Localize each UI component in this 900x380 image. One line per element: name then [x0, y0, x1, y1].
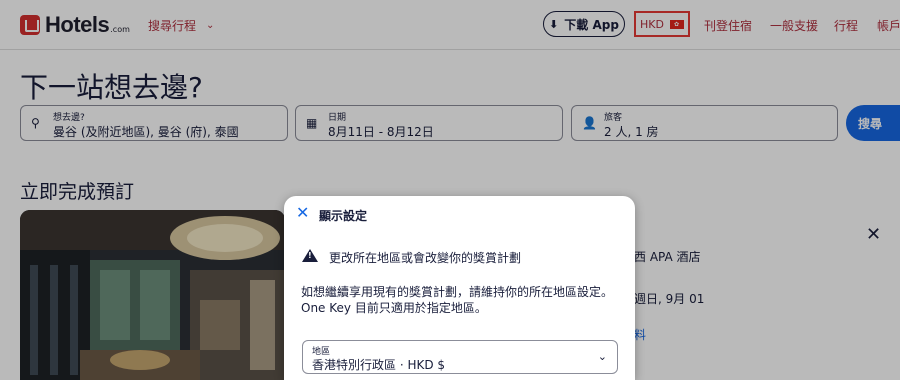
region-value: 香港特別行政區 · HKD $	[312, 358, 446, 372]
chevron-down-icon: ⌄	[597, 350, 607, 363]
dialog-body-text: 如想繼續享用現有的獎賞計劃，請維持你的所在地區設定。One Key 目前只適用於…	[301, 285, 614, 315]
display-settings-dialog: ✕ 顯示設定 更改所在地區或會改變你的獎賞計劃 如想繼續享用現有的獎賞計劃，請維…	[284, 196, 635, 380]
dialog-title: 顯示設定	[319, 209, 368, 223]
dialog-close-icon[interactable]: ✕	[296, 203, 309, 222]
warning-text: 更改所在地區或會改變你的獎賞計劃	[329, 251, 522, 265]
page: Hotels .com 搜尋行程 ⌄ ⬇ 下載 App HKD 刊登住宿 一般支…	[0, 0, 900, 380]
warning-icon	[302, 249, 318, 262]
region-select[interactable]: 地區 香港特別行政區 · HKD $ ⌄	[302, 340, 618, 374]
